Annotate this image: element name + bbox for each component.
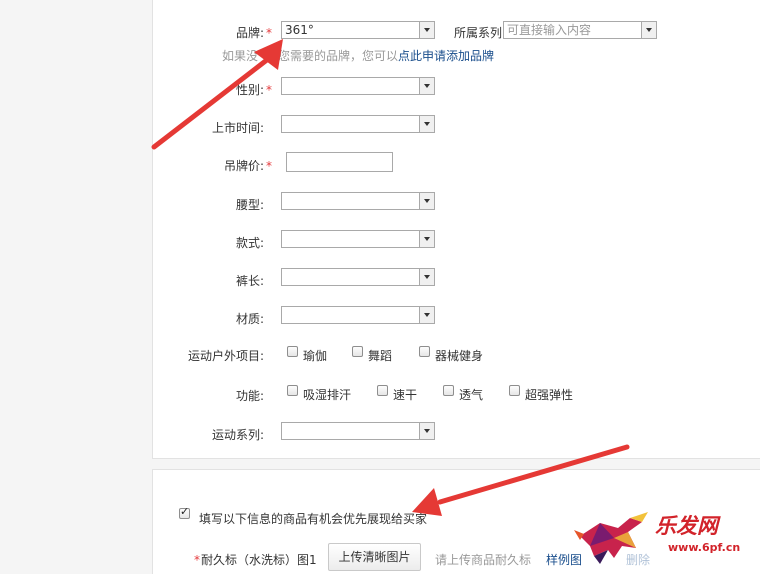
- watermark-url: www.6pf.cn: [668, 541, 741, 554]
- bull-logo-icon: [574, 512, 648, 564]
- annotation-arrows: [151, 39, 630, 516]
- arrow-to-priority: [412, 444, 630, 516]
- arrow-to-brand: [151, 39, 283, 150]
- watermark-brand: 乐发网: [655, 514, 718, 538]
